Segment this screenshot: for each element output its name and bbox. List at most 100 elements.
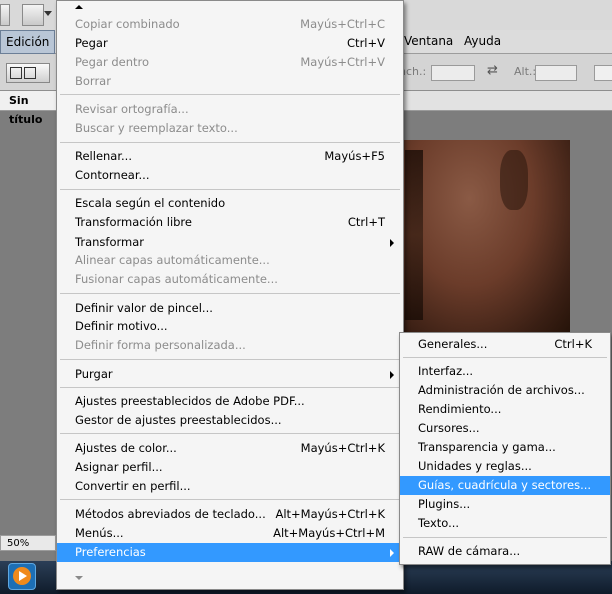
scroll-up-icon[interactable] (75, 5, 83, 9)
menu-item-escala-contenido[interactable]: Escala según el contenido (57, 194, 403, 213)
height-label: Alt.: (514, 65, 537, 78)
menu-item-label: Asignar perfil... (75, 460, 163, 474)
bridge-icon[interactable] (0, 4, 10, 26)
menu-item-definir-motivo[interactable]: Definir motivo... (57, 317, 403, 336)
menu-item-label: Escala según el contenido (75, 196, 226, 210)
menu-edicion[interactable]: Edición (0, 30, 56, 54)
submenu-item-cursores[interactable]: Cursores... (400, 419, 610, 438)
menu-item-convertir-perfil[interactable]: Convertir en perfil... (57, 477, 403, 496)
menu-item-label: Cursores... (418, 421, 480, 435)
submenu-item-administracion-archivos[interactable]: Administración de archivos... (400, 381, 610, 400)
menu-item-label: Ajustes preestablecidos de Adobe PDF... (75, 394, 305, 408)
submenu-item-guias[interactable]: Guías, cuadrícula y sectores... (400, 476, 610, 495)
menu-item-buscar-reemplazar[interactable]: Buscar y reemplazar texto... (57, 119, 403, 138)
menu-item-label: Borrar (75, 74, 111, 88)
menu-item-label: Convertir en perfil... (75, 479, 191, 493)
menu-item-label: Definir valor de pincel... (75, 301, 213, 315)
menu-item-label: Rellenar... (75, 149, 132, 163)
menu-item-transformar[interactable]: Transformar (57, 233, 403, 252)
submenu-item-texto[interactable]: Texto... (400, 514, 610, 533)
menu-item-label: Métodos abreviados de teclado... (75, 507, 266, 521)
menu-item-definir-forma[interactable]: Definir forma personalizada... (57, 336, 403, 355)
menu-separator (403, 357, 607, 358)
menu-item-shortcut: Ctrl+T (347, 215, 385, 229)
menu-ventana[interactable]: Ventana (398, 33, 459, 50)
menu-item-ajustes-pdf[interactable]: Ajustes preestablecidos de Adobe PDF... (57, 392, 403, 411)
menu-item-label: Texto... (418, 516, 460, 530)
scroll-down-icon[interactable] (75, 576, 83, 580)
menu-item-label: Alinear capas automáticamente... (75, 253, 270, 267)
menu-item-shortcut: Alt+Mayús+Ctrl+M (273, 526, 385, 540)
menu-item-asignar-perfil[interactable]: Asignar perfil... (57, 458, 403, 477)
play-icon (19, 571, 27, 581)
submenu-arrow-icon (390, 549, 394, 557)
menu-item-label: Definir forma personalizada... (75, 338, 246, 352)
menu-item-fusionar-capas[interactable]: Fusionar capas automáticamente... (57, 270, 403, 289)
menu-separator (60, 499, 400, 500)
submenu-arrow-icon (390, 371, 394, 379)
selection-mode-icon[interactable] (6, 63, 50, 83)
menu-item-label: Copiar combinado (75, 17, 180, 31)
menu-item-label: Contornear... (75, 168, 150, 182)
menu-item-shortcut: Alt+Mayús+Ctrl+K (275, 507, 385, 521)
menu-item-gestor-ajustes[interactable]: Gestor de ajustes preestablecidos... (57, 411, 403, 430)
menu-item-label: Ajustes de color... (75, 441, 177, 455)
submenu-item-rendimiento[interactable]: Rendimiento... (400, 400, 610, 419)
swap-icon[interactable]: ⇄ (487, 63, 498, 78)
menu-separator (60, 293, 400, 294)
menu-item-preferencias[interactable]: Preferencias (57, 543, 403, 562)
menu-item-label: Unidades y reglas... (418, 459, 532, 473)
submenu-item-plugins[interactable]: Plugins... (400, 495, 610, 514)
menu-separator (60, 433, 400, 434)
menu-item-shortcut: Mayús+Ctrl+C (300, 17, 385, 31)
view-extras-icon[interactable] (22, 4, 44, 26)
menu-item-borrar[interactable]: Borrar (57, 72, 403, 91)
menu-item-copiar-combinado[interactable]: Copiar combinado Mayús+Ctrl+C (57, 15, 403, 34)
menu-ayuda[interactable]: Ayuda (458, 33, 507, 50)
menu-separator (403, 537, 607, 538)
menu-item-transformacion-libre[interactable]: Transformación libre Ctrl+T (57, 213, 403, 232)
menu-item-label: Pegar (75, 36, 108, 50)
menu-separator (60, 94, 400, 95)
menu-item-label: RAW de cámara... (418, 544, 521, 558)
submenu-item-interfaz[interactable]: Interfaz... (400, 362, 610, 381)
menu-item-label: Interfaz... (418, 364, 474, 378)
preferences-submenu: Generales... Ctrl+K Interfaz... Administr… (399, 332, 611, 565)
menu-item-label: Buscar y reemplazar texto... (75, 121, 238, 135)
menu-item-shortcut: Mayús+F5 (324, 149, 385, 163)
width-field[interactable] (431, 65, 475, 81)
canvas-image[interactable] (402, 140, 570, 335)
menu-item-purgar[interactable]: Purgar (57, 365, 403, 384)
menu-separator (60, 189, 400, 190)
menu-separator (60, 387, 400, 388)
menu-item-label: Transparencia y gama... (418, 440, 556, 454)
menu-item-definir-pincel[interactable]: Definir valor de pincel... (57, 299, 403, 318)
menu-item-ajustes-color[interactable]: Ajustes de color... Mayús+Ctrl+K (57, 439, 403, 458)
menu-item-contornear[interactable]: Contornear... (57, 166, 403, 185)
menu-item-pegar[interactable]: Pegar Ctrl+V (57, 34, 403, 53)
menu-item-rellenar[interactable]: Rellenar... Mayús+F5 (57, 147, 403, 166)
canvas-shadow (500, 150, 528, 210)
submenu-item-transparencia[interactable]: Transparencia y gama... (400, 438, 610, 457)
menu-separator (60, 359, 400, 360)
chevron-down-icon[interactable] (44, 11, 52, 16)
height-field[interactable] (535, 65, 577, 81)
menu-item-label: Rendimiento... (418, 402, 502, 416)
menu-item-revisar-ortografia[interactable]: Revisar ortografía... (57, 100, 403, 119)
menu-separator (60, 142, 400, 143)
zoom-level[interactable]: 50% (0, 535, 56, 551)
menu-item-label: Transformar (75, 235, 144, 249)
menu-item-metodos-abreviados[interactable]: Métodos abreviados de teclado... Alt+Mayú… (57, 505, 403, 524)
submenu-item-unidades-reglas[interactable]: Unidades y reglas... (400, 457, 610, 476)
canvas-shadow (405, 150, 423, 320)
resolution-field[interactable] (594, 65, 612, 81)
menu-item-alinear-capas[interactable]: Alinear capas automáticamente... (57, 251, 403, 270)
menu-item-label: Pegar dentro (75, 55, 150, 69)
menu-item-pegar-dentro[interactable]: Pegar dentro Mayús+Ctrl+V (57, 53, 403, 72)
submenu-item-raw-camara[interactable]: RAW de cámara... (400, 542, 610, 561)
menu-item-label: Guías, cuadrícula y sectores... (418, 478, 592, 492)
menu-item-menus[interactable]: Menús... Alt+Mayús+Ctrl+M (57, 524, 403, 543)
menu-item-label: Administración de archivos... (418, 383, 585, 397)
submenu-item-generales[interactable]: Generales... Ctrl+K (400, 335, 610, 354)
edit-menu: Copiar combinado Mayús+Ctrl+C Pegar Ctrl+V… (56, 0, 404, 590)
